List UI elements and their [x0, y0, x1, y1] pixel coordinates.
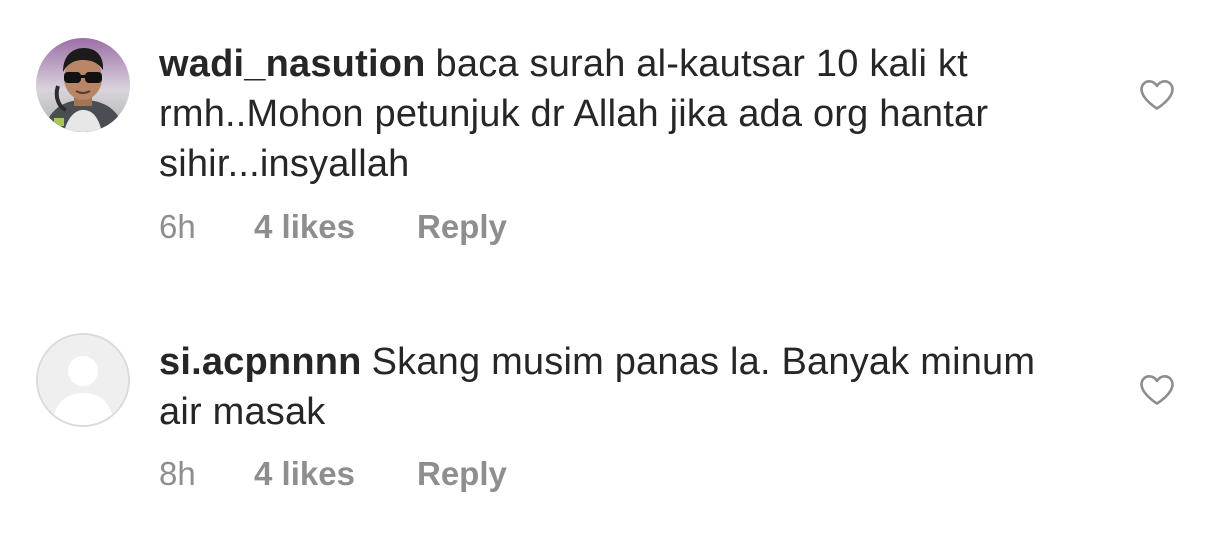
comment-body: wadi_nasution baca surah al-kautsar 10 ka… — [159, 39, 1069, 189]
comment-meta: 8h 4 likes Reply — [159, 455, 507, 493]
comment-username[interactable]: wadi_nasution — [159, 43, 426, 85]
comment-username[interactable]: si.acpnnnn — [159, 341, 362, 383]
user-photo-icon — [36, 38, 130, 132]
comment-item: si.acpnnnn Skang musim panas la. Banyak m… — [0, 333, 1228, 513]
reply-button[interactable]: Reply — [417, 208, 507, 246]
comment-likes-count[interactable]: 4 likes — [254, 208, 417, 246]
like-button[interactable] — [1139, 79, 1175, 111]
comment-body: si.acpnnnn Skang musim panas la. Banyak m… — [159, 337, 1069, 437]
reply-button[interactable]: Reply — [417, 455, 507, 493]
comment-item: wadi_nasution baca surah al-kautsar 10 ka… — [0, 38, 1228, 268]
like-button[interactable] — [1139, 374, 1175, 406]
default-avatar-icon — [38, 335, 128, 425]
comment-timestamp[interactable]: 8h — [159, 455, 254, 493]
avatar[interactable] — [36, 333, 130, 427]
heart-outline-icon — [1140, 80, 1174, 110]
comment-timestamp[interactable]: 6h — [159, 208, 254, 246]
heart-outline-icon — [1140, 375, 1174, 405]
comment-meta: 6h 4 likes Reply — [159, 208, 507, 246]
comment-likes-count[interactable]: 4 likes — [254, 455, 417, 493]
avatar[interactable] — [36, 38, 130, 132]
